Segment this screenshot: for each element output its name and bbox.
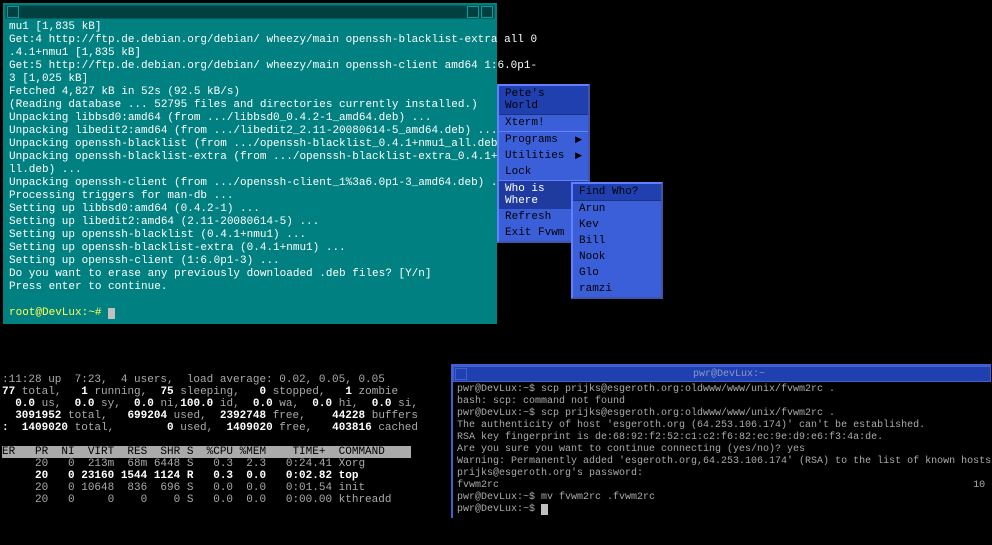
menu-item-label: Exit Fvwm [505, 227, 564, 239]
menu-item-label: Utilities [505, 150, 564, 162]
menu-item-label: Programs [505, 134, 558, 146]
menu-item-lock[interactable]: Lock [499, 164, 588, 180]
minimize-button[interactable] [467, 6, 479, 18]
submenu-find-who[interactable]: Find Who? ArunKevBillNookGloramzi [571, 182, 663, 299]
ssh-output[interactable]: pwr@DevLux:~$ scp prijks@esgeroth.org:ol… [453, 382, 991, 518]
menu-item-programs[interactable]: Programs ▶ [499, 132, 588, 148]
terminal-window-ssh[interactable]: pwr@DevLux:~ pwr@DevLux:~$ scp prijks@es… [451, 364, 991, 518]
submenu-item-glo[interactable]: Glo [573, 265, 661, 281]
ssh-window-title: pwr@DevLux:~ [468, 369, 990, 380]
maximize-button[interactable] [481, 6, 493, 18]
menu-item-label: Xterm! [505, 117, 545, 129]
terminal-top-output[interactable]: :11:28 up 7:23, 4 users, load average: 0… [0, 372, 450, 508]
submenu-arrow-icon: ▶ [575, 151, 582, 161]
window-menu-button[interactable] [7, 6, 19, 18]
menu-item-label: Who is Where [505, 183, 575, 207]
ssh-titlebar[interactable]: pwr@DevLux:~ [453, 366, 991, 382]
terminal-output[interactable]: mu1 [1,835 kB] Get:4 http://ftp.de.debia… [5, 19, 495, 322]
submenu-item-kev[interactable]: Kev [573, 217, 661, 233]
submenu-arrow-icon: ▶ [575, 135, 582, 145]
submenu-item-arun[interactable]: Arun [573, 201, 661, 217]
menu-item-label: Lock [505, 166, 531, 178]
submenu-item-bill[interactable]: Bill [573, 233, 661, 249]
submenu-item-ramzi[interactable]: ramzi [573, 281, 661, 297]
submenu-title: Find Who? [573, 184, 661, 201]
window-menu-button[interactable] [455, 368, 467, 380]
terminal-window-main[interactable]: mu1 [1,835 kB] Get:4 http://ftp.de.debia… [3, 3, 497, 324]
menu-item-xterm![interactable]: Xterm! [499, 115, 588, 131]
menu-item-label: Refresh [505, 211, 551, 223]
menu-title: Pete's World [499, 86, 588, 115]
menu-item-utilities[interactable]: Utilities ▶ [499, 148, 588, 164]
submenu-item-nook[interactable]: Nook [573, 249, 661, 265]
titlebar[interactable] [5, 5, 495, 19]
